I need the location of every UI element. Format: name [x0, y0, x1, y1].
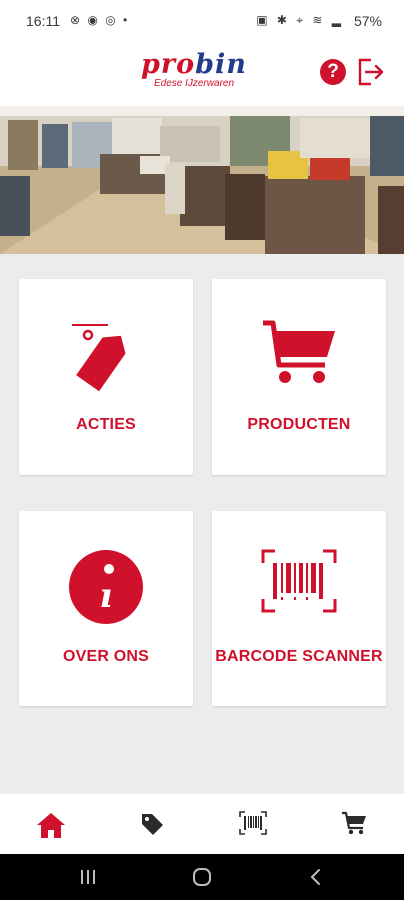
- nav-home[interactable]: [0, 794, 101, 854]
- logo-wordmark: probin: [141, 49, 247, 80]
- probin-logo: probin Edese IJzerwaren: [134, 50, 254, 100]
- producten-tile[interactable]: PRODUCTEN: [212, 279, 386, 475]
- system-navigation-bar: [0, 854, 404, 900]
- over-ons-label: OVER ONS: [62, 648, 150, 665]
- producten-label: PRODUCTEN: [247, 416, 351, 433]
- recent-apps-icon[interactable]: [68, 866, 108, 888]
- status-time: 16:11: [26, 13, 60, 29]
- status-bar: 16:11 ⊗ ◉ ◎ • ▣ ✱ ⌖ ≋ ▂ 57%: [0, 0, 404, 44]
- info-icon: ı: [68, 549, 144, 630]
- barcode-icon: [238, 811, 267, 835]
- nav-barcode-scanner[interactable]: [202, 794, 303, 854]
- barcode-icon: [261, 549, 337, 618]
- home-system-icon[interactable]: [182, 866, 222, 888]
- barcode-scanner-tile[interactable]: BARCODE SCANNER: [212, 511, 386, 706]
- cart-icon: [261, 317, 337, 392]
- tag-icon: [68, 317, 144, 398]
- bottom-navigation: [0, 794, 404, 854]
- home-icon: [36, 813, 65, 838]
- acties-label: ACTIES: [76, 416, 136, 433]
- nav-producten[interactable]: [303, 794, 404, 854]
- battery-level: 57%: [353, 13, 382, 29]
- acties-tile[interactable]: ACTIES: [19, 279, 193, 475]
- logout-icon[interactable]: [357, 57, 385, 87]
- notification-icons: ⊗ ◉ ◎ •: [70, 13, 130, 27]
- tag-icon: [141, 814, 163, 835]
- svg-text:ı: ı: [100, 576, 113, 616]
- back-icon[interactable]: [296, 866, 336, 888]
- app-header: probin Edese IJzerwaren ?: [0, 44, 404, 106]
- store-banner-image: [0, 106, 404, 254]
- barcode-scanner-label: BARCODE SCANNER: [215, 648, 383, 665]
- over-ons-tile[interactable]: ı OVER ONS: [19, 511, 193, 706]
- nav-acties[interactable]: [101, 794, 202, 854]
- cart-icon: [341, 811, 366, 835]
- help-icon[interactable]: ?: [320, 59, 346, 85]
- system-status-icons: ▣ ✱ ⌖ ≋ ▂: [256, 13, 344, 27]
